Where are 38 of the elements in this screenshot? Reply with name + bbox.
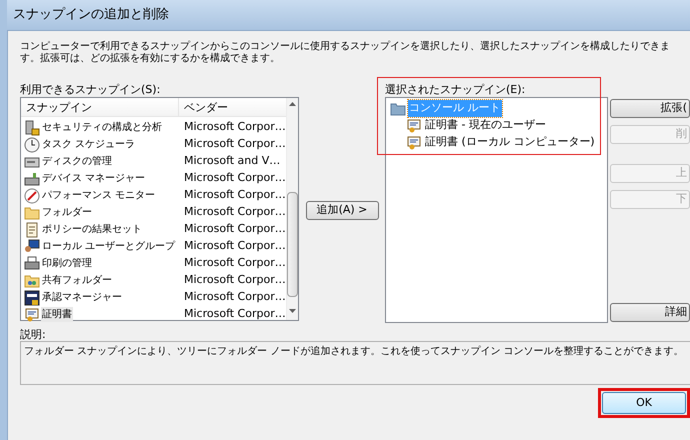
snapin-name[interactable]: パフォーマンス モニター [41, 188, 156, 203]
tree-node[interactable]: 証明書 - 現在のユーザー [424, 117, 547, 134]
vendor-cell-text: Microsoft Corpor… [183, 187, 286, 204]
selected-label: 選択されたスナップイン(E): [385, 83, 526, 97]
snapin-name[interactable]: ディスクの管理 [41, 154, 113, 169]
snapin-name[interactable]: ローカル ユーザーとグループ [41, 239, 176, 254]
snapin-name[interactable]: フォルダー [41, 205, 93, 220]
description-text: フォルダー スナップインにより、ツリーにフォルダー ノードが追加されます。これを使ってスナップイン コンソールを整理することができます。 [20, 341, 690, 385]
tree-node[interactable]: 証明書 (ローカル コンピューター) [424, 134, 596, 151]
vendor-cell-text: Microsoft Corpor… [183, 170, 286, 186]
snapin-name[interactable]: タスク スケジューラ [41, 137, 136, 152]
vendor-cell-text: Microsoft Corpor… [183, 272, 286, 288]
column-header[interactable]: スナップイン [21, 98, 179, 116]
vendor-cell-text: Microsoft Corpor… [183, 221, 286, 238]
description-label: 説明: [20, 328, 47, 341]
add-button[interactable]: 追加(A) > [306, 201, 378, 220]
vendor-cell-text: Microsoft Corpor… [183, 119, 286, 136]
vendor-cell-text: Microsoft and V… [183, 153, 280, 170]
vendor-cell-text: Microsoft Corpor… [183, 289, 286, 306]
snapin-name[interactable]: 共有フォルダー [41, 273, 113, 288]
snapin-name[interactable]: 承認マネージャー [41, 290, 123, 305]
side-button[interactable]: 拡張( [610, 99, 690, 118]
vendor-cell-text: Microsoft Corpor… [183, 204, 286, 220]
snapin-name[interactable]: 証明書 [41, 307, 73, 322]
vendor-cell-text: Microsoft Corpor… [183, 255, 286, 272]
vendor-cell-text: Microsoft Corpor… [183, 306, 286, 322]
available-label: 利用できるスナップイン(S): [20, 83, 162, 97]
intro-text: コンピューターで利用できるスナップインからこのコンソールに使用するスナップインを選択したり、選択したスナップインを構成したりできます。拡張可は、どの拡張を有効にするかを構成できます。 [20, 41, 671, 66]
side-button[interactable]: 詳細 [610, 303, 690, 322]
snapin-name[interactable]: 印刷の管理 [41, 256, 93, 271]
vendor-cell-text: Microsoft Corpor… [183, 238, 286, 254]
column-header[interactable]: ベンダー [179, 98, 286, 116]
snapin-name[interactable]: デバイス マネージャー [41, 171, 146, 186]
snapin-name[interactable]: セキュリティの構成と分析 [41, 120, 163, 135]
vendor-cell-text: Microsoft Corpor… [183, 136, 286, 152]
snapin-name[interactable]: ポリシーの結果セット [41, 222, 143, 237]
window-title: スナップインの追加と削除 [13, 6, 169, 24]
ok-button[interactable]: OK [602, 392, 686, 414]
